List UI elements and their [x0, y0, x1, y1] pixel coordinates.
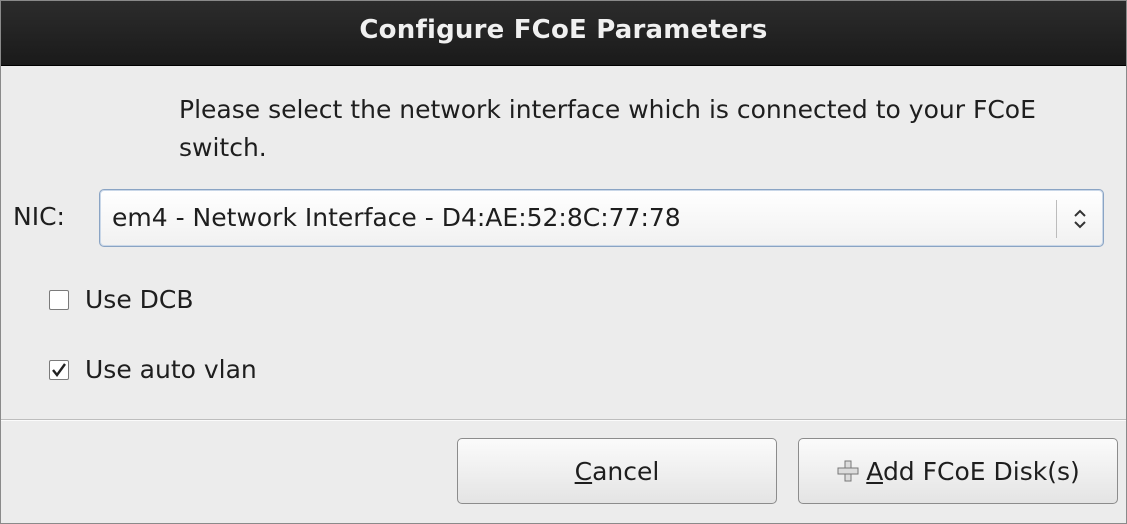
cancel-label: ancel	[592, 457, 660, 486]
use-auto-vlan-box	[49, 360, 69, 380]
use-dcb-checkbox[interactable]: Use DCB	[49, 285, 249, 317]
add-fcoe-disk-button[interactable]: Add FCoE Disk(s)	[798, 438, 1118, 504]
add-mnemonic: A	[866, 457, 883, 486]
combo-divider	[1056, 200, 1057, 238]
dialog-title: Configure FCoE Parameters	[359, 15, 768, 45]
checkmark-icon	[52, 363, 66, 377]
cancel-mnemonic: C	[574, 457, 593, 486]
button-separator	[1, 419, 1126, 421]
nic-select[interactable]: em4 - Network Interface - D4:AE:52:8C:77…	[99, 189, 1104, 247]
use-dcb-box	[49, 290, 69, 310]
nic-label: NIC:	[13, 202, 65, 231]
plus-icon	[836, 459, 860, 489]
nic-selected-value: em4 - Network Interface - D4:AE:52:8C:77…	[112, 203, 681, 232]
add-label: dd FCoE Disk(s)	[882, 457, 1080, 486]
cancel-button[interactable]: Cancel	[457, 438, 777, 504]
title-bar: Configure FCoE Parameters	[1, 1, 1126, 66]
use-dcb-label: Use DCB	[85, 285, 194, 314]
use-auto-vlan-checkbox[interactable]: Use auto vlan	[49, 355, 309, 387]
up-down-arrows-icon	[1069, 200, 1091, 238]
instruction-text: Please select the network interface whic…	[179, 95, 1036, 162]
use-auto-vlan-label: Use auto vlan	[85, 355, 257, 384]
fcoe-dialog: Configure FCoE Parameters Please select …	[0, 0, 1127, 524]
